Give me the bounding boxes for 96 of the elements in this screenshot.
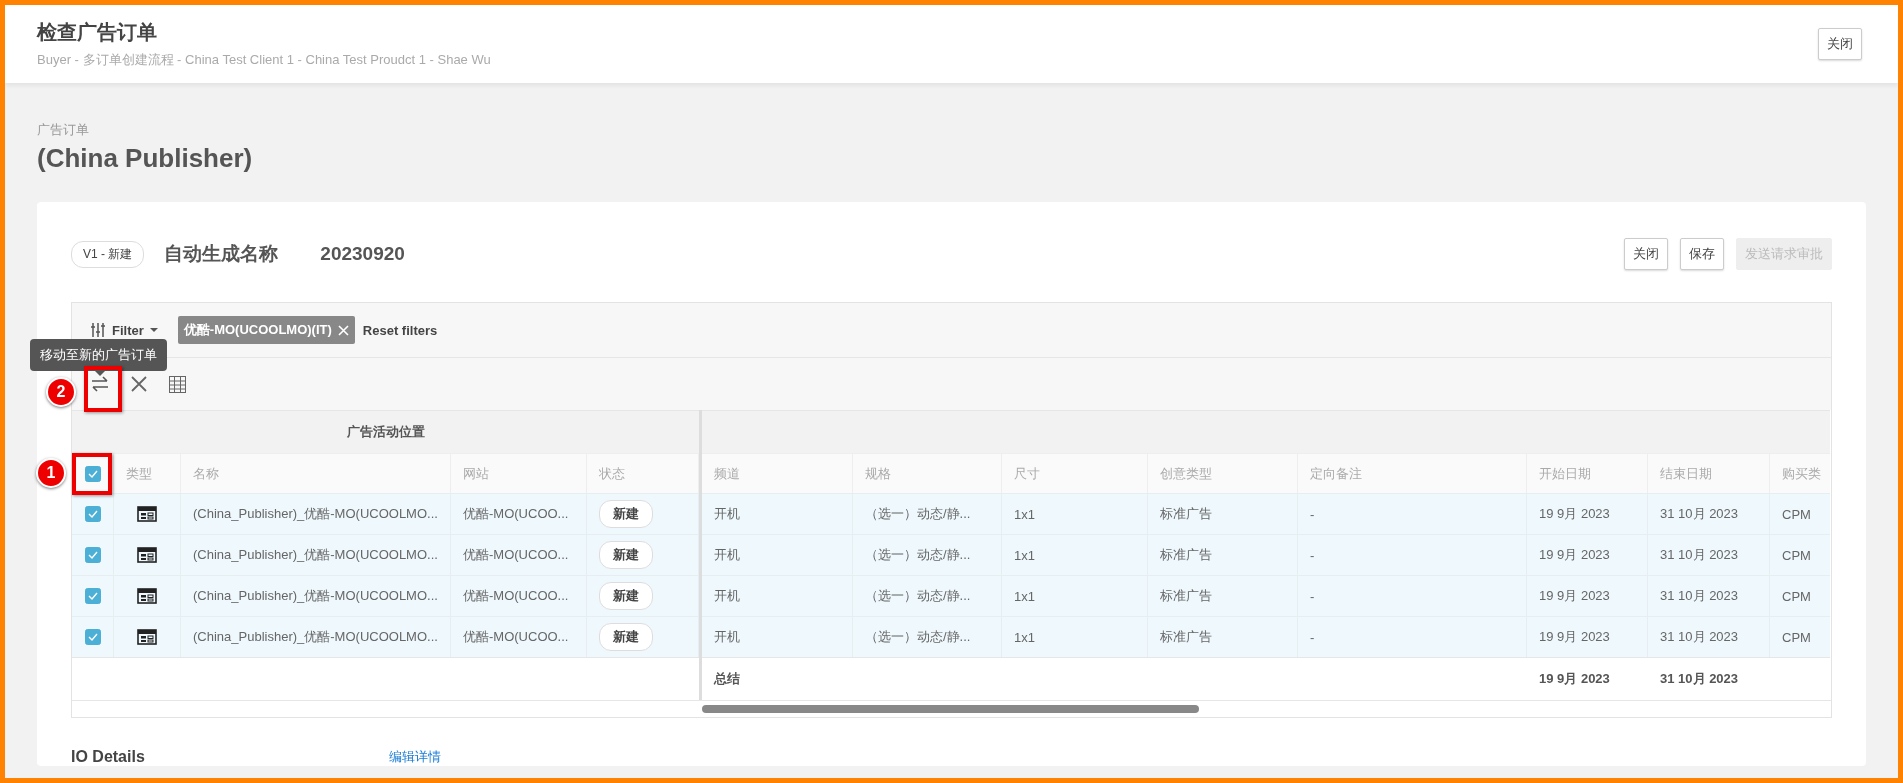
table-cell: 1x1 xyxy=(1002,493,1148,534)
checkbox[interactable] xyxy=(84,465,101,482)
table-cell: CPM xyxy=(1770,575,1830,616)
table-cell: 优酷-MO(UCOO... xyxy=(451,534,587,575)
layout-icon xyxy=(137,588,157,604)
grid-icon[interactable] xyxy=(168,374,187,394)
table-cell: 19 9月 2023 xyxy=(1527,534,1648,575)
filter-button[interactable]: Filter xyxy=(90,322,158,338)
table-cell: 31 10月 2023 xyxy=(1648,493,1770,534)
checkbox[interactable] xyxy=(84,629,101,645)
caret-icon xyxy=(149,327,158,333)
table-cell: - xyxy=(1298,493,1527,534)
layout-icon xyxy=(137,547,157,563)
group-header: 广告活动位置 xyxy=(72,410,699,453)
checkbox[interactable] xyxy=(84,547,101,563)
edit-details-link[interactable]: 编辑详情 xyxy=(389,748,441,766)
checkbox[interactable] xyxy=(84,588,101,604)
table-cell: (China_Publisher)_优酷-MO(UCOOLMO... xyxy=(181,575,451,616)
sliders-icon xyxy=(90,322,106,338)
status-tag: 新建 xyxy=(599,582,653,610)
table-cell: 标准广告 xyxy=(1148,575,1298,616)
window-subtitle: Buyer - 多订单创建流程 - China Test Client 1 - China Test Proudct 1 - Shae Wu xyxy=(37,51,491,69)
table-cell: (China_Publisher)_优酷-MO(UCOOLMO... xyxy=(181,493,451,534)
status-tag: 新建 xyxy=(599,541,653,569)
swap-icon[interactable] xyxy=(90,375,110,393)
step-marker: 1 xyxy=(36,458,66,488)
table-cell: 19 9月 2023 xyxy=(1527,493,1648,534)
layout-icon xyxy=(137,506,157,522)
table-cell: CPM xyxy=(1770,616,1830,657)
table-cell: CPM xyxy=(1770,534,1830,575)
table-cell: - xyxy=(1298,534,1527,575)
close-button[interactable]: 关闭 xyxy=(1818,28,1862,60)
reset-filters-link[interactable]: Reset filters xyxy=(362,322,438,338)
table-cell: 优酷-MO(UCOO... xyxy=(451,493,587,534)
table-cell: （选一）动态/静... xyxy=(853,616,1002,657)
column-header[interactable]: 尺寸 xyxy=(1002,453,1148,493)
table-cell: 开机 xyxy=(702,493,853,534)
column-header[interactable]: 创意类型 xyxy=(1148,453,1298,493)
status-tag: 新建 xyxy=(599,500,653,528)
table-cell: 31 10月 2023 xyxy=(1648,534,1770,575)
column-header[interactable]: 结束日期 xyxy=(1648,453,1770,493)
filter-chip[interactable]: 优酷-MO(UCOOLMO)(IT) xyxy=(177,316,355,344)
column-header[interactable]: 规格 xyxy=(853,453,1002,493)
action-button[interactable]: 关闭 xyxy=(1624,238,1668,270)
table-cell: 31 10月 2023 xyxy=(1648,575,1770,616)
table-cell: 标准广告 xyxy=(1148,493,1298,534)
column-header[interactable]: 开始日期 xyxy=(1527,453,1648,493)
column-header[interactable]: 频道 xyxy=(702,453,853,493)
table-cell: 开机 xyxy=(702,534,853,575)
layout-icon xyxy=(137,629,157,645)
column-header[interactable]: 状态 xyxy=(587,453,699,493)
highlight-frame xyxy=(84,366,122,412)
table-cell: - xyxy=(1298,616,1527,657)
table-cell: （选一）动态/静... xyxy=(853,493,1002,534)
column-header[interactable]: 名称 xyxy=(181,453,451,493)
breadcrumb: 广告订单 xyxy=(37,121,90,139)
table-cell: (China_Publisher)_优酷-MO(UCOOLMO... xyxy=(181,534,451,575)
table-cell: - xyxy=(1298,575,1527,616)
status-tag: 新建 xyxy=(599,623,653,651)
summary-label: 总结 xyxy=(714,669,740,688)
close-icon[interactable] xyxy=(130,375,148,393)
scrollbar-thumb[interactable] xyxy=(702,705,1199,713)
checkbox[interactable] xyxy=(84,506,101,522)
summary-cell: 31 10月 2023 xyxy=(1660,669,1739,688)
column-header[interactable]: 类型 xyxy=(114,453,181,493)
table-cell: 1x1 xyxy=(1002,534,1148,575)
column-header[interactable]: 网站 xyxy=(451,453,587,493)
column-header[interactable]: 定向备注 xyxy=(1298,453,1527,493)
tooltip-arrow xyxy=(94,370,106,376)
table-cell: 1x1 xyxy=(1002,575,1148,616)
table-cell: (China_Publisher)_优酷-MO(UCOOLMO... xyxy=(181,616,451,657)
highlight-frame xyxy=(72,453,112,495)
action-button[interactable]: 保存 xyxy=(1680,238,1724,270)
window-title: 检查广告订单 xyxy=(37,20,158,45)
summary-cell: 19 9月 2023 xyxy=(1539,669,1610,688)
table-cell: 开机 xyxy=(702,616,853,657)
table-cell: （选一）动态/静... xyxy=(853,575,1002,616)
table-cell: 标准广告 xyxy=(1148,616,1298,657)
table-cell: 31 10月 2023 xyxy=(1648,616,1770,657)
page-title: (China Publisher) xyxy=(37,143,254,174)
table-cell: 19 9月 2023 xyxy=(1527,575,1648,616)
table-cell: 优酷-MO(UCOO... xyxy=(451,616,587,657)
table-cell: 1x1 xyxy=(1002,616,1148,657)
table-cell: （选一）动态/静... xyxy=(853,534,1002,575)
order-name: 自动生成名称 xyxy=(164,242,279,266)
table-cell: CPM xyxy=(1770,493,1830,534)
version-badge: V1 - 新建 xyxy=(71,240,145,268)
table-cell: 优酷-MO(UCOO... xyxy=(451,575,587,616)
section-title: IO Details xyxy=(71,748,146,766)
tooltip: 移动至新的广告订单 xyxy=(30,339,167,371)
order-date: 20230920 xyxy=(320,243,405,265)
step-marker: 2 xyxy=(46,377,76,407)
column-header[interactable]: 购买类 xyxy=(1770,453,1830,493)
table-cell: 19 9月 2023 xyxy=(1527,616,1648,657)
table-cell: 开机 xyxy=(702,575,853,616)
table-cell: 标准广告 xyxy=(1148,534,1298,575)
